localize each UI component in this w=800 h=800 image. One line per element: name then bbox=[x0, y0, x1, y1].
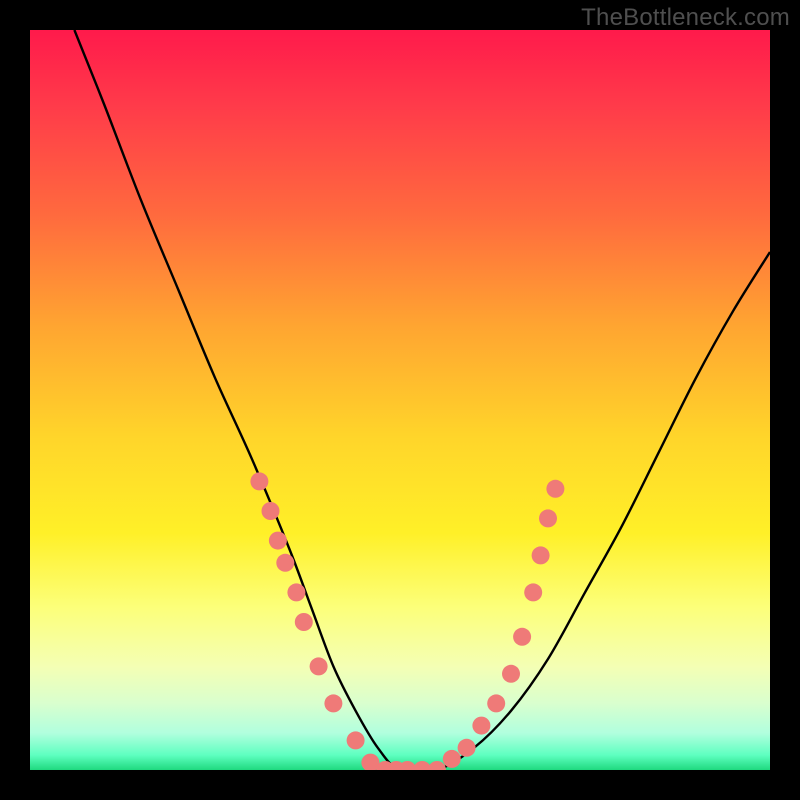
curve-marker bbox=[502, 665, 520, 683]
chart-frame: TheBottleneck.com bbox=[0, 0, 800, 800]
curve-marker bbox=[443, 750, 461, 768]
curve-marker bbox=[295, 613, 313, 631]
curve-marker bbox=[472, 717, 490, 735]
curve-marker bbox=[532, 546, 550, 564]
curve-marker bbox=[269, 532, 287, 550]
curve-marker bbox=[487, 694, 505, 712]
curve-markers bbox=[250, 472, 564, 770]
curve-marker bbox=[310, 657, 328, 675]
curve-marker bbox=[347, 731, 365, 749]
curve-marker bbox=[524, 583, 542, 601]
curve-marker bbox=[324, 694, 342, 712]
curve-marker bbox=[513, 628, 531, 646]
curve-marker bbox=[276, 554, 294, 572]
curve-marker bbox=[262, 502, 280, 520]
watermark-text: TheBottleneck.com bbox=[581, 4, 790, 32]
curve-marker bbox=[250, 472, 268, 490]
curve-marker bbox=[458, 739, 476, 757]
curve-layer bbox=[30, 30, 770, 770]
curve-marker bbox=[539, 509, 557, 527]
bottleneck-curve bbox=[74, 30, 770, 770]
curve-marker bbox=[287, 583, 305, 601]
curve-marker bbox=[428, 761, 446, 770]
curve-marker bbox=[546, 480, 564, 498]
plot-area bbox=[30, 30, 770, 770]
